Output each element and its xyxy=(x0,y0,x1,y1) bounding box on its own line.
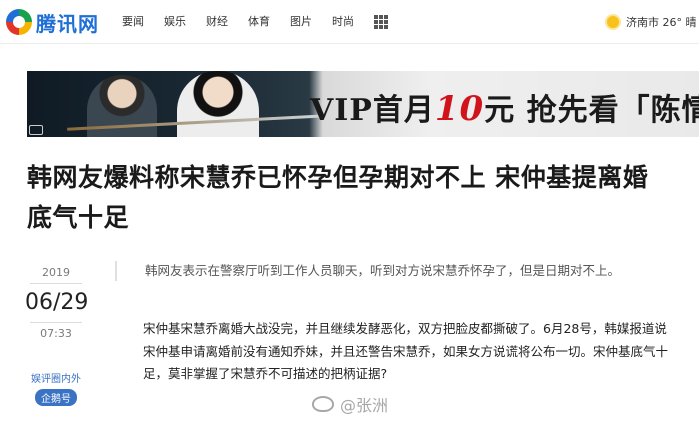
nav-item-news[interactable]: 要闻 xyxy=(122,14,144,30)
article-headline: 韩网友爆料称宋慧乔已怀孕但孕期对不上 宋仲基提离婚底气十足 xyxy=(27,163,649,232)
banner-text-highlight: 10 xyxy=(434,89,485,129)
weather-widget[interactable]: 济南市 26° 晴 xyxy=(607,14,697,30)
sun-icon xyxy=(607,16,619,28)
more-grid-icon[interactable] xyxy=(374,15,388,29)
article-paragraph: 宋仲基宋慧乔离婚大战没完，并且继续发酵恶化，双方把脸皮都撕破了。6月28号，韩媒… xyxy=(143,321,669,381)
nav-item-finance[interactable]: 财经 xyxy=(206,14,228,30)
publish-year: 2019 xyxy=(42,266,70,279)
nav-item-entertainment[interactable]: 娱乐 xyxy=(164,14,186,30)
tencent-logo-icon xyxy=(6,9,32,35)
banner-text-suffix: 元 抢先看「陈情令 xyxy=(484,93,699,128)
nav-item-photos[interactable]: 图片 xyxy=(290,14,312,30)
nav-item-sports[interactable]: 体育 xyxy=(248,14,270,30)
banner-text-prefix: VIP首月 xyxy=(310,93,435,128)
article-meta: 2019 06/29 07:33 娱评圈内外 企鹅号 xyxy=(25,266,89,406)
weather-text: 济南市 26° 晴 xyxy=(626,16,697,29)
nav-item-fashion[interactable]: 时尚 xyxy=(332,14,354,30)
source-badge[interactable]: 企鹅号 xyxy=(35,389,77,406)
article-lede: 韩网友表示在警察厅听到工作人员聊天，听到对方说宋慧乔怀孕了，但是日期对不上。 xyxy=(115,261,675,281)
meta-divider xyxy=(30,283,82,284)
ad-badge-icon xyxy=(29,125,43,135)
main-nav: 要闻 娱乐 财经 体育 图片 时尚 xyxy=(122,14,388,30)
banner-text: VIP首月10元 抢先看「陈情令 xyxy=(310,85,699,129)
watermark-text: @张洲 xyxy=(340,396,389,415)
weibo-watermark: @张洲 xyxy=(312,392,388,416)
logo-text: 腾讯网 xyxy=(36,11,99,36)
publish-time: 07:33 xyxy=(40,327,72,340)
publish-date: 06/29 xyxy=(25,290,89,315)
vip-promo-banner[interactable]: VIP首月10元 抢先看「陈情令 xyxy=(27,71,699,137)
top-navigation-bar: 腾讯网 要闻 娱乐 财经 体育 图片 时尚 济南市 26° 晴 xyxy=(0,0,699,44)
tencent-logo[interactable]: 腾讯网 xyxy=(6,7,99,37)
meta-divider xyxy=(30,322,82,323)
banner-figure-right xyxy=(177,71,259,137)
source-link[interactable]: 娱评圈内外 xyxy=(25,370,87,385)
weibo-icon xyxy=(312,396,334,412)
